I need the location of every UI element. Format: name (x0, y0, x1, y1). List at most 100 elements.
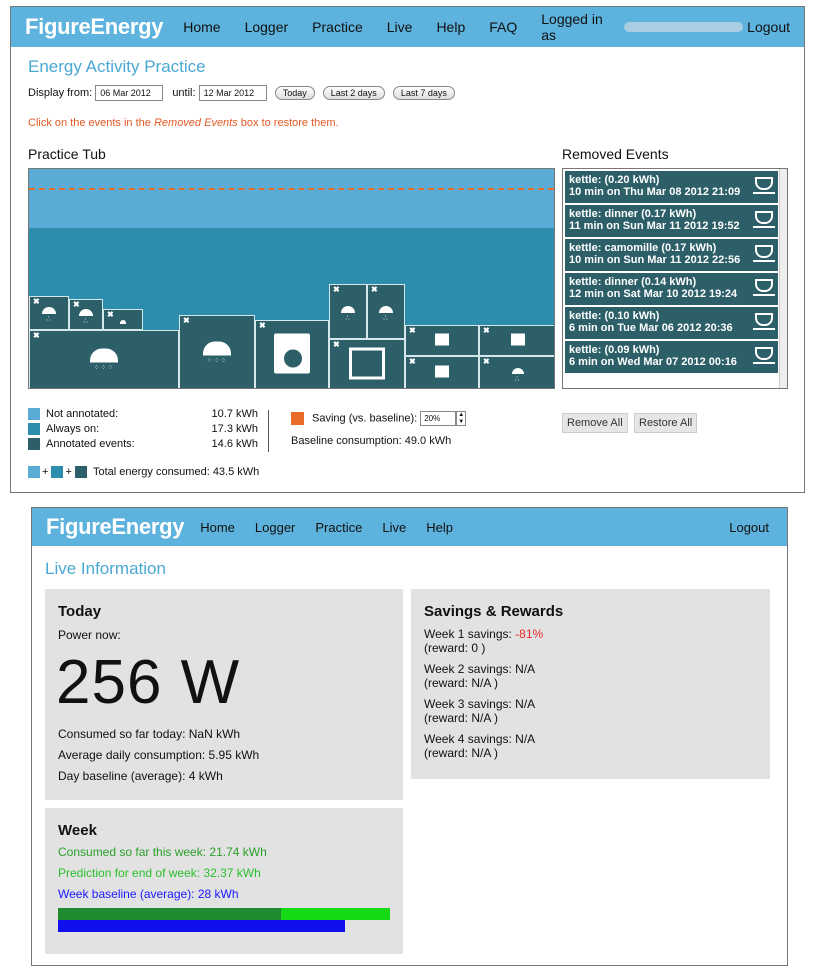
removed-event-item[interactable]: kettle: dinner (0.17 kWh) 11 min on Sun M… (565, 205, 778, 237)
power-now-value: 256 W (56, 648, 241, 717)
baseline-consumption: Baseline consumption: 49.0 kWh (291, 435, 452, 447)
nav-live[interactable]: Live (382, 520, 406, 535)
removed-event-title: kettle: camomille (0.17 kWh) (569, 242, 717, 254)
always-on-swatch (28, 423, 40, 436)
app-logo[interactable]: FigureEnergy (25, 14, 164, 40)
shower-icon: ∴ (79, 305, 93, 325)
consumed-bar (58, 908, 281, 920)
savings-title: Savings & Rewards (424, 603, 564, 620)
washing-machine-icon (510, 333, 525, 348)
last-7-days-button[interactable]: Last 7 days (392, 86, 455, 100)
shower-event-large[interactable]: ✖ ⁘⁘⁘ (29, 330, 179, 388)
nav-faq[interactable]: FAQ (489, 19, 517, 35)
remove-icon[interactable]: ✖ (483, 357, 490, 366)
legend-value: 14.6 kWh (211, 438, 258, 450)
removed-event-item[interactable]: kettle: (0.09 kWh) 6 min on Wed Mar 07 20… (565, 341, 778, 373)
total-energy-label: Total energy consumed: 43.5 kWh (92, 466, 260, 478)
nav-home[interactable]: Home (183, 19, 220, 35)
washing-machine-event-small[interactable]: ✖ (405, 325, 479, 356)
remove-icon[interactable]: ✖ (409, 357, 416, 366)
logged-in-label: Logged in as (541, 11, 603, 43)
week-savings-value: N/A (515, 662, 536, 676)
until-date-input[interactable]: 12 Mar 2012 (198, 85, 267, 101)
legend-row: Annotated events: 14.6 kWh (28, 438, 258, 453)
removed-event-item[interactable]: kettle: camomille (0.17 kWh) 10 min on Su… (565, 239, 778, 271)
shower-event-small[interactable]: ✖ ∴ (69, 299, 103, 330)
remove-all-button[interactable]: Remove All (562, 413, 628, 433)
nav-home[interactable]: Home (200, 520, 235, 535)
remove-icon[interactable]: ✖ (483, 326, 490, 335)
nav-logger[interactable]: Logger (245, 19, 289, 35)
savings-panel: Savings & Rewards Week 1 savings: -81% (r… (411, 589, 770, 779)
nav-live[interactable]: Live (387, 19, 413, 35)
week-savings-value: -81% (515, 627, 544, 641)
today-button[interactable]: Today (274, 86, 315, 100)
shower-event-medium[interactable]: ✖ ⁘⁘⁘ (179, 315, 255, 388)
remove-icon[interactable]: ✖ (409, 326, 416, 335)
removed-event-time: 6 min on Wed Mar 07 2012 00:16 (569, 356, 737, 368)
logout-link[interactable]: Logout (729, 520, 769, 535)
shower-event-small[interactable]: ✖ ∴ (329, 284, 367, 339)
from-date-input[interactable]: 06 Mar 2012 (95, 85, 164, 101)
saving-swatch (291, 412, 304, 425)
removed-event-item[interactable]: kettle: (0.20 kWh) 10 min on Thu Mar 08 2… (565, 171, 778, 203)
week-savings-label: Week 3 savings: (424, 697, 516, 711)
until-label: until: (172, 86, 196, 99)
shower-icon (120, 313, 126, 327)
week-prediction: Prediction for end of week: 32.37 kWh (58, 866, 261, 880)
remove-icon[interactable]: ✖ (371, 285, 378, 294)
week-savings-item: Week 4 savings: N/A (reward: N/A ) (424, 732, 535, 760)
legend-label: Not annotated: (46, 408, 119, 420)
removed-event-title: kettle: dinner (0.17 kWh) (569, 208, 697, 220)
removed-event-title: kettle: dinner (0.14 kWh) (569, 276, 697, 288)
last-2-days-button[interactable]: Last 2 days (322, 86, 385, 100)
date-range-controls: Display from: 06 Mar 2012 until: 12 Mar … (28, 85, 455, 101)
washing-machine-event-small[interactable]: ✖ (405, 356, 479, 388)
washing-machine-event[interactable]: ✖ (255, 320, 329, 388)
nav-practice[interactable]: Practice (312, 19, 363, 35)
page-title: Energy Activity Practice (28, 57, 206, 76)
shower-event-tiny[interactable]: ✖ (103, 309, 143, 330)
power-now-label: Power now: (58, 628, 121, 642)
remove-icon[interactable]: ✖ (107, 310, 114, 319)
removed-events-scrollbar[interactable] (779, 169, 787, 388)
legend-label: Always on: (46, 423, 100, 435)
remove-icon[interactable]: ✖ (333, 285, 340, 294)
removed-events-list[interactable]: kettle: (0.20 kWh) 10 min on Thu Mar 08 2… (562, 168, 788, 389)
shower-event-small[interactable]: ✖ ∴ (367, 284, 405, 339)
week-savings-value: N/A (515, 732, 536, 746)
remove-icon[interactable]: ✖ (183, 316, 190, 325)
annotated-swatch (28, 438, 40, 451)
logout-link[interactable]: Logout (747, 19, 790, 35)
consumed-today: Consumed so far today: NaN kWh (58, 727, 241, 741)
practice-tub-title: Practice Tub (28, 146, 106, 162)
nav-practice[interactable]: Practice (315, 520, 362, 535)
week-reward: (reward: N/A ) (424, 676, 499, 690)
nav-help[interactable]: Help (436, 19, 465, 35)
removed-event-item[interactable]: kettle: dinner (0.14 kWh) 12 min on Sat M… (565, 273, 778, 305)
not-annotated-swatch (28, 408, 40, 421)
saving-percent-input[interactable]: 20% (420, 411, 457, 426)
washing-machine-icon (274, 333, 310, 377)
shower-event-small[interactable]: ✖ ∴ (479, 356, 554, 388)
remove-icon[interactable]: ✖ (333, 340, 340, 349)
restore-all-button[interactable]: Restore All (634, 413, 698, 433)
removed-event-item[interactable]: kettle: (0.10 kWh) 6 min on Tue Mar 06 20… (565, 307, 778, 339)
legend-value: 17.3 kWh (211, 423, 258, 435)
app-logo[interactable]: FigureEnergy (46, 514, 185, 540)
dishwasher-event[interactable]: ✖ (329, 339, 405, 388)
saving-spinner[interactable]: ▲ ▼ (456, 411, 467, 426)
remove-icon[interactable]: ✖ (259, 321, 266, 330)
baseline-line (29, 188, 554, 190)
shower-event-small[interactable]: ✖ ∴ (29, 296, 69, 330)
practice-window: FigureEnergy Home Logger Practice Live H… (10, 6, 805, 493)
nav-help[interactable]: Help (426, 520, 453, 535)
remove-icon[interactable]: ✖ (33, 331, 40, 340)
legend-value: 10.7 kWh (211, 408, 258, 420)
baseline-bar (58, 920, 346, 932)
nav-logger[interactable]: Logger (255, 520, 295, 535)
shower-icon: ⁘⁘⁘ (90, 348, 118, 372)
average-daily-consumption: Average daily consumption: 5.95 kWh (58, 748, 260, 762)
remove-icon[interactable]: ✖ (33, 297, 40, 306)
washing-machine-event-small[interactable]: ✖ (479, 325, 554, 356)
